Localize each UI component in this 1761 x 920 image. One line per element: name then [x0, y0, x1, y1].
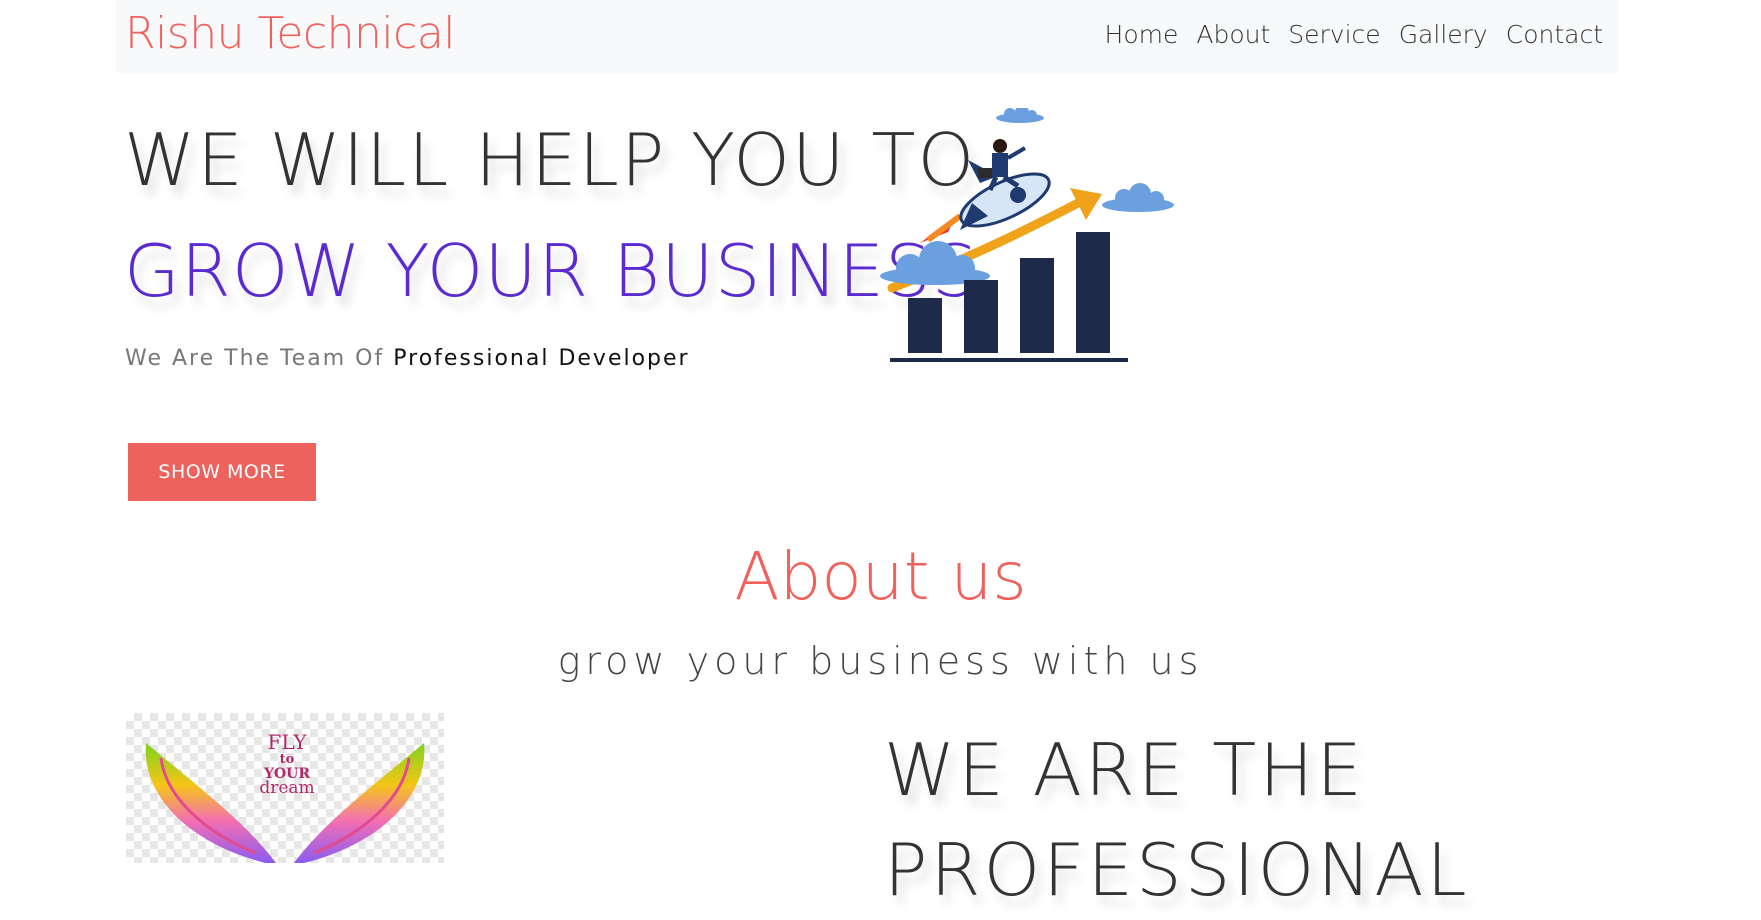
hero-subtitle-plain: We Are The Team Of	[125, 346, 394, 371]
image-caption: FLY to YOUR dream	[252, 730, 322, 798]
about-title: About us	[734, 538, 1027, 615]
nav-link-about[interactable]: About	[1187, 18, 1279, 52]
nav-link-service[interactable]: Service	[1279, 18, 1389, 52]
navbar: Rishu Technical Home About Service Galle…	[116, 0, 1619, 73]
hero-heading-line1: WE WILL HELP YOU TO	[124, 118, 977, 202]
hero-subtitle: We Are The Team Of Professional Develope…	[125, 344, 690, 374]
about-subtitle: grow your business with us	[557, 639, 1204, 683]
nav-link-gallery[interactable]: Gallery	[1390, 18, 1497, 52]
nav-links: Home About Service Gallery Contact	[1096, 18, 1603, 52]
professional-heading-line2: PROFESSIONAL	[884, 828, 1470, 912]
hero-subtitle-emphasis: Professional Developer	[393, 346, 690, 371]
professional-heading: WE ARE THE PROFESSIONAL	[884, 720, 1470, 920]
cloud-icon	[996, 108, 1044, 123]
growth-rocket-illustration	[880, 108, 1174, 362]
cloud-icon	[880, 241, 990, 285]
nav-link-home[interactable]: Home	[1096, 18, 1188, 52]
show-more-button[interactable]: SHOW MORE	[128, 443, 316, 501]
professional-heading-line1: WE ARE THE	[884, 728, 1365, 812]
nav-link-contact[interactable]: Contact	[1497, 18, 1603, 52]
image-caption-to: to	[279, 752, 295, 767]
fly-to-your-dream-image: FLY to YOUR dream	[126, 713, 444, 863]
image-caption-fly: FLY	[267, 730, 307, 754]
cloud-icon	[1102, 183, 1174, 212]
brand-logo[interactable]: Rishu Technical	[125, 8, 456, 60]
image-caption-dream: dream	[259, 778, 315, 798]
hero-heading-line2: GROW YOUR BUSINESS	[124, 229, 979, 313]
